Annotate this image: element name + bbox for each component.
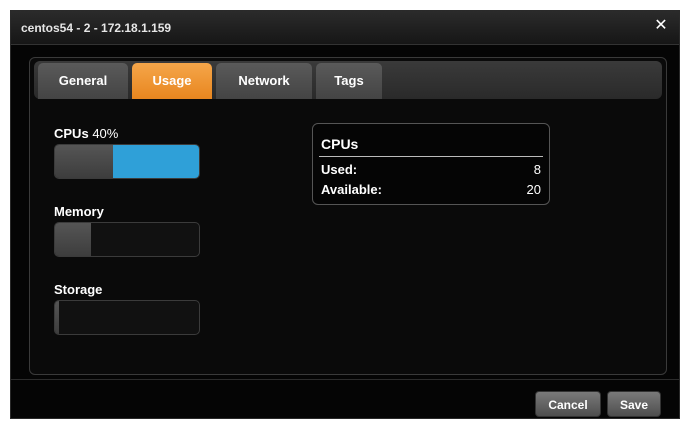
save-button[interactable]: Save <box>607 391 661 417</box>
cpu-info-divider <box>319 156 543 157</box>
cpu-percent: 40% <box>92 126 119 141</box>
memory-label: Memory <box>54 204 104 219</box>
cpu-info-row-available: Available: 20 <box>321 182 541 200</box>
tab-usage[interactable]: Usage <box>132 63 212 99</box>
footer-divider <box>11 379 679 380</box>
storage-label: Storage <box>54 282 103 297</box>
tab-network[interactable]: Network <box>216 63 312 99</box>
usage-panel: General Usage Network Tags CPUs 40% Memo… <box>29 57 667 375</box>
storage-bar-fill <box>55 301 60 334</box>
cpu-used-key: Used: <box>321 162 358 177</box>
tab-general[interactable]: General <box>38 63 128 99</box>
storage-usage-bar <box>54 300 200 335</box>
close-icon[interactable]: ✕ <box>653 18 669 34</box>
cpu-available-key: Available: <box>321 182 382 197</box>
tab-bar: General Usage Network Tags <box>34 61 662 99</box>
cpu-used-value: 8 <box>533 162 541 177</box>
cpu-bar-remaining <box>55 145 113 178</box>
memory-usage-bar <box>54 222 200 257</box>
cpu-label-text: CPUs <box>54 126 89 141</box>
cpu-usage-bar <box>54 144 200 179</box>
cpu-available-value: 20 <box>526 182 541 197</box>
cpu-info-row-used: Used: 8 <box>321 162 541 180</box>
cpu-label: CPUs 40% <box>54 126 118 141</box>
cpu-bar-fill <box>112 145 199 178</box>
cpu-info-box: CPUs Used: 8 Available: 20 <box>312 123 550 205</box>
cancel-button[interactable]: Cancel <box>535 391 601 417</box>
cpu-info-title: CPUs <box>321 136 359 152</box>
dialog: centos54 - 2 - 172.18.1.159 ✕ General Us… <box>10 10 680 419</box>
tab-tags[interactable]: Tags <box>316 63 382 99</box>
memory-bar-fill <box>55 223 91 256</box>
window-title: centos54 - 2 - 172.18.1.159 <box>21 21 172 35</box>
title-bar[interactable]: centos54 - 2 - 172.18.1.159 ✕ <box>11 11 679 45</box>
